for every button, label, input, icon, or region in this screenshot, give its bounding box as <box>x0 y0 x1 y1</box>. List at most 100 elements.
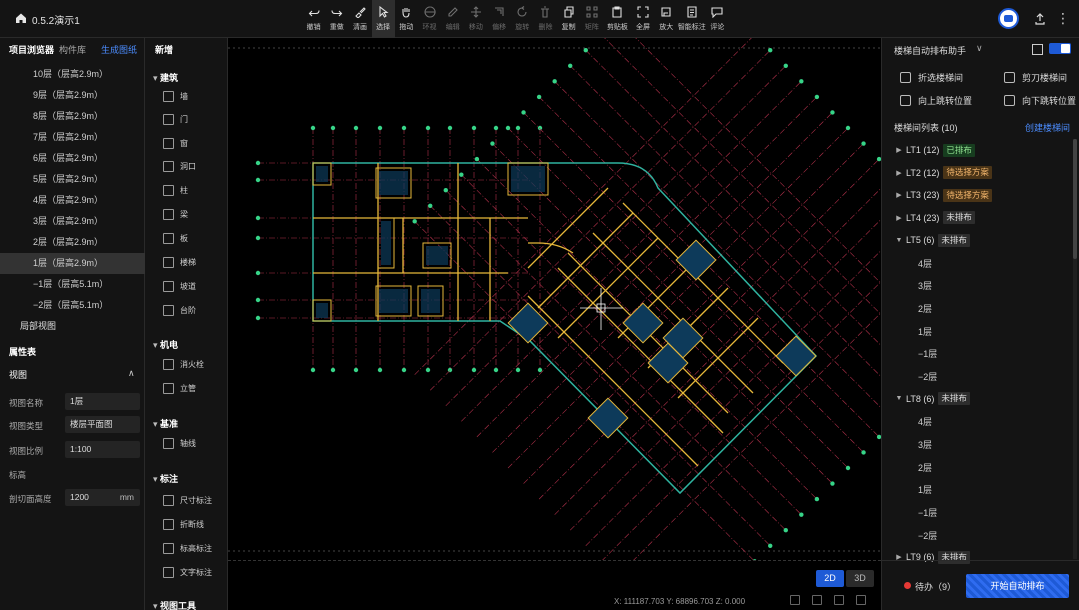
category-header[interactable]: 视图工具 <box>153 599 196 610</box>
action-select-stair[interactable]: 折选楼梯间 <box>900 71 963 84</box>
stair-item[interactable]: ▶ LT4 (23) 未排布 <box>882 207 1072 229</box>
floor-item[interactable]: 7层（层高2.9m） <box>0 127 145 148</box>
tool-offset[interactable]: 偏移 <box>488 0 511 38</box>
stair-floor-item[interactable]: 2层 <box>918 302 932 315</box>
caret-down-icon[interactable]: ▼ <box>892 395 906 402</box>
action-jump-down[interactable]: 向下跳转位置 <box>1004 94 1076 107</box>
element-item[interactable]: 轴线 <box>163 438 196 449</box>
element-item[interactable]: 文字标注 <box>163 567 212 578</box>
tool-redo[interactable]: 重做 <box>325 0 348 38</box>
element-item[interactable]: 立管 <box>163 383 196 394</box>
tool-orbit[interactable]: 环视 <box>418 0 441 38</box>
action-scissor-stair[interactable]: 剪刀楼梯间 <box>1004 71 1067 84</box>
stair-item[interactable]: ▼ LT5 (6) 未排布 <box>882 229 1072 251</box>
create-stair-button[interactable]: 创建楼梯间 <box>1025 121 1070 134</box>
drawing-canvas[interactable] <box>228 38 881 560</box>
category-header[interactable]: 标注 <box>153 472 178 485</box>
element-item[interactable]: 窗 <box>163 138 188 149</box>
element-item[interactable]: 台阶 <box>163 305 196 316</box>
caret-down-icon[interactable]: ▼ <box>892 237 906 244</box>
element-item[interactable]: 坡道 <box>163 281 196 292</box>
element-item[interactable]: 洞口 <box>163 161 196 172</box>
category-header[interactable]: 建筑 <box>153 71 178 84</box>
floor-item[interactable]: 3层（层高2.9m） <box>0 211 145 232</box>
eye-icon[interactable] <box>790 595 800 605</box>
action-jump-up[interactable]: 向上跳转位置 <box>900 94 972 107</box>
floor-item[interactable]: −2层（层高5.1m） <box>0 295 145 316</box>
property-value-field[interactable]: 1:100 <box>65 441 140 458</box>
element-item[interactable]: 消火栓 <box>163 359 204 370</box>
floor-item[interactable]: 2层（层高2.9m） <box>0 232 145 253</box>
stair-floor-item[interactable]: −1层 <box>918 347 937 360</box>
share-icon[interactable] <box>1034 13 1046 25</box>
more-icon[interactable]: ⋮ <box>1056 10 1070 27</box>
stair-floor-item[interactable]: −2层 <box>918 370 937 383</box>
property-value-field[interactable]: 1200 mm <box>65 489 140 506</box>
chevron-down-icon[interactable]: ∨ <box>976 43 983 54</box>
caret-right-icon[interactable]: ▶ <box>892 169 906 177</box>
panel-toggle[interactable] <box>1049 43 1071 54</box>
scrollbar-thumb[interactable] <box>1073 139 1077 259</box>
view-3d-button[interactable]: 3D <box>846 570 874 587</box>
tool-undo[interactable]: 撤销 <box>302 0 325 38</box>
floor-item[interactable]: 10层（层高2.9m） <box>0 64 145 85</box>
caret-right-icon[interactable]: ▶ <box>892 191 906 199</box>
property-value-field[interactable]: 1层 <box>65 393 140 410</box>
stair-floor-item[interactable]: 3层 <box>918 438 932 451</box>
tool-rotate[interactable]: 旋转 <box>511 0 534 38</box>
property-value-field[interactable] <box>65 465 140 482</box>
stair-floor-item[interactable]: 3层 <box>918 279 932 292</box>
building-icon[interactable] <box>1032 44 1043 55</box>
element-item[interactable]: 板 <box>163 233 188 244</box>
start-auto-layout-button[interactable]: 开始自动排布 <box>966 574 1069 598</box>
grid-icon[interactable] <box>856 595 866 605</box>
layer-icon[interactable] <box>834 595 844 605</box>
stair-floor-item[interactable]: 1层 <box>918 325 932 338</box>
floor-plan-drawing[interactable] <box>228 38 881 560</box>
local-view-item[interactable]: 局部视图 <box>0 316 145 337</box>
stair-item[interactable]: ▼ LT8 (6) 未排布 <box>882 388 1072 410</box>
home-icon[interactable] <box>14 11 28 25</box>
floor-item[interactable]: 1层（层高2.9m） <box>0 253 145 274</box>
avatar[interactable] <box>998 8 1019 29</box>
floor-item[interactable]: 9层（层高2.9m） <box>0 85 145 106</box>
tool-array[interactable]: 矩阵 <box>580 0 603 38</box>
tool-zoom[interactable]: 放大 <box>655 0 678 38</box>
tool-brush[interactable]: 清画 <box>348 0 371 38</box>
snap-icon[interactable] <box>812 595 822 605</box>
stair-item[interactable]: ▶ LT1 (12) 已排布 <box>882 139 1072 161</box>
view-2d-button[interactable]: 2D <box>816 570 844 587</box>
stair-floor-item[interactable]: 4层 <box>918 415 932 428</box>
property-value-field[interactable]: 楼层平面图 <box>65 416 140 433</box>
tool-copy[interactable]: 复制 <box>557 0 580 38</box>
tool-hand[interactable]: 拖动 <box>395 0 418 38</box>
caret-right-icon[interactable]: ▶ <box>892 214 906 222</box>
todo-button[interactable]: 待办（9） <box>915 580 956 593</box>
tool-edit[interactable]: 编辑 <box>441 0 464 38</box>
tool-comment[interactable]: 评论 <box>706 0 729 38</box>
tool-smart-annotate[interactable]: 智能标注 <box>678 0 706 38</box>
tool-clipboard[interactable]: 剪贴板 <box>603 0 631 38</box>
tab-generate-drawings[interactable]: 生成图纸 <box>101 43 137 56</box>
floor-item[interactable]: 4层（层高2.9m） <box>0 190 145 211</box>
floor-item[interactable]: 5层（层高2.9m） <box>0 169 145 190</box>
floor-item[interactable]: 8层（层高2.9m） <box>0 106 145 127</box>
stair-floor-item[interactable]: 1层 <box>918 483 932 496</box>
stair-floor-item[interactable]: −2层 <box>918 529 937 542</box>
floor-item[interactable]: 6层（层高2.9m） <box>0 148 145 169</box>
chevron-up-icon[interactable]: ∧ <box>128 368 135 379</box>
tool-delete[interactable]: 删除 <box>534 0 557 38</box>
tool-fullscreen[interactable]: 全屏 <box>631 0 654 38</box>
category-header[interactable]: 基准 <box>153 417 178 430</box>
element-item[interactable]: 标高标注 <box>163 543 212 554</box>
element-item[interactable]: 梁 <box>163 209 188 220</box>
tool-move[interactable]: 移动 <box>464 0 487 38</box>
tab-component-library[interactable]: 构件库 <box>59 43 86 56</box>
caret-right-icon[interactable]: ▶ <box>892 146 906 154</box>
stair-item[interactable]: ▶ LT2 (12) 待选择方案 <box>882 162 1072 184</box>
element-item[interactable]: 楼梯 <box>163 257 196 268</box>
stair-floor-item[interactable]: 4层 <box>918 257 932 270</box>
stair-floor-item[interactable]: −1层 <box>918 506 937 519</box>
element-item[interactable]: 折断线 <box>163 519 204 530</box>
stair-floor-item[interactable]: 2层 <box>918 461 932 474</box>
